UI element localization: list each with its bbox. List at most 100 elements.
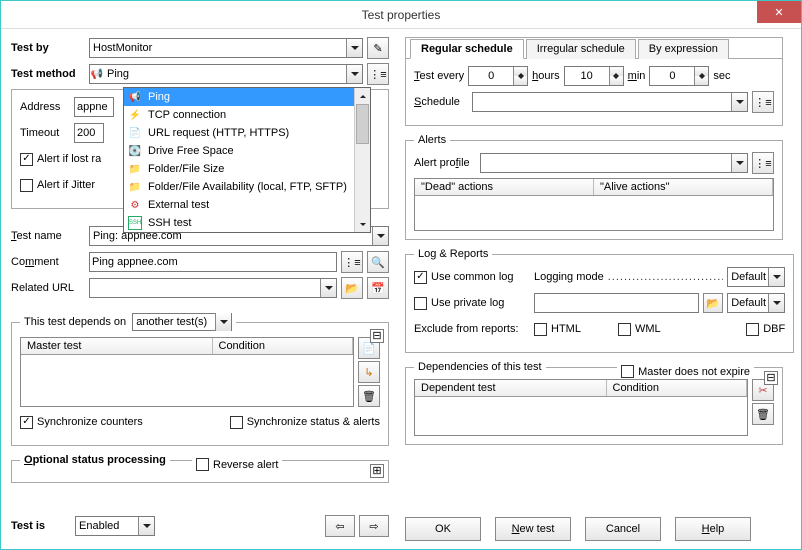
- close-icon: ✕: [774, 6, 783, 19]
- dropdown-item-foldersize[interactable]: 📁Folder/File Size: [124, 160, 370, 178]
- tab-expression[interactable]: By expression: [638, 39, 729, 59]
- relatedurl-combo[interactable]: [89, 278, 337, 298]
- close-button[interactable]: ✕: [757, 1, 801, 23]
- dropdown-item-ssh[interactable]: SSHSSH test: [124, 214, 370, 232]
- tab-irregular[interactable]: Irregular schedule: [526, 39, 636, 59]
- alerts-grid: "Dead" actions "Alive actions": [414, 178, 774, 231]
- zoom-button[interactable]: 🔍: [367, 251, 389, 273]
- edit-row-button[interactable]: ↳: [358, 361, 380, 383]
- expand-button[interactable]: ⊞: [370, 464, 384, 478]
- new-test-button[interactable]: New test: [495, 517, 571, 541]
- tab-regular[interactable]: Regular schedule: [410, 39, 524, 59]
- ssh-icon: SSH: [128, 216, 142, 230]
- collapse-button[interactable]: ⊟: [764, 371, 778, 385]
- timeout-input[interactable]: [74, 123, 104, 143]
- dbf-check[interactable]: DBF: [746, 323, 785, 336]
- testmethod-combo[interactable]: 📢 Ping: [89, 64, 363, 84]
- magnifier-icon: 🔍: [371, 256, 385, 269]
- reverse-alert-check[interactable]: Reverse alert: [192, 458, 282, 471]
- dropdown-item-external[interactable]: ⚙External test: [124, 196, 370, 214]
- checkbox-icon: ✓: [414, 271, 427, 284]
- alertprofile-config-button[interactable]: ⋮≡: [752, 152, 774, 174]
- use-common-check[interactable]: ✓ Use common log: [414, 271, 530, 284]
- testname-label: Test name: [11, 230, 85, 242]
- alertprofile-label: Alert profile: [414, 157, 476, 169]
- dropdown-item-drive[interactable]: 💽Drive Free Space: [124, 142, 370, 160]
- html-check[interactable]: HTML: [534, 323, 614, 336]
- break-icon: ✂: [758, 384, 767, 397]
- dropdown-item-url[interactable]: 📄URL request (HTTP, HTTPS): [124, 124, 370, 142]
- help-button[interactable]: Help: [675, 517, 751, 541]
- sync-status-check[interactable]: Synchronize status & alerts: [230, 416, 380, 429]
- master-no-expire-check[interactable]: Master does not expire: [617, 365, 754, 378]
- scroll-up-icon[interactable]: [355, 88, 370, 104]
- arrow-left-icon: ⇦: [335, 520, 344, 533]
- sync-counters-check[interactable]: ✓ Synchronize counters: [20, 416, 143, 429]
- hours-label: hours: [532, 70, 560, 82]
- collapse-button[interactable]: ⊟: [370, 329, 384, 343]
- tcp-icon: ⚡: [128, 108, 142, 122]
- prev-button[interactable]: ⇦: [325, 515, 355, 537]
- comment-list-button[interactable]: ⋮≡: [341, 251, 363, 273]
- logging-mode-combo[interactable]: Default: [727, 267, 785, 287]
- scroll-thumb[interactable]: [356, 104, 369, 144]
- calendar-button[interactable]: 📅: [367, 277, 389, 299]
- comment-input[interactable]: [89, 252, 337, 272]
- col-dead: "Dead" actions: [415, 179, 594, 195]
- delete-button[interactable]: 🗑: [358, 385, 380, 407]
- checkbox-icon: [621, 365, 634, 378]
- folder-button[interactable]: 📂: [341, 277, 363, 299]
- url-icon: 📄: [128, 126, 142, 140]
- schedule-config-button[interactable]: ⋮≡: [752, 91, 774, 113]
- sec-spin[interactable]: 0: [649, 66, 709, 86]
- calendar-icon: 📅: [371, 282, 385, 295]
- window-title: Test properties: [362, 8, 441, 22]
- exclude-label: Exclude from reports:: [414, 323, 530, 335]
- chevron-down-icon: [768, 294, 784, 312]
- method-config-button[interactable]: ⋮≡: [367, 63, 389, 85]
- min-spin[interactable]: 10: [564, 66, 624, 86]
- private-mode-combo[interactable]: Default: [727, 293, 785, 313]
- next-button[interactable]: ⇨: [359, 515, 389, 537]
- testis-combo[interactable]: Enabled: [75, 516, 155, 536]
- eraser-button[interactable]: ✎: [367, 37, 389, 59]
- comment-label: Comment: [11, 256, 85, 268]
- dropdown-scrollbar[interactable]: [354, 88, 370, 232]
- min-label: min: [628, 70, 646, 82]
- col-condition: Condition: [213, 338, 354, 354]
- testis-label: Test is: [11, 520, 71, 532]
- alert-lost-label: Alert if lost ra: [37, 153, 101, 165]
- dropdown-item-folderavail[interactable]: 📁Folder/File Availability (local, FTP, S…: [124, 178, 370, 196]
- alert-jitter-label: Alert if Jitter: [37, 179, 95, 191]
- folder-icon: 📁: [128, 162, 142, 176]
- chevron-down-icon: [215, 313, 231, 331]
- depof-legend: Dependencies of this test: [414, 361, 546, 373]
- folder-icon: 📂: [345, 282, 359, 295]
- use-private-check[interactable]: Use private log: [414, 297, 530, 310]
- schedule-label: Schedule: [414, 96, 468, 108]
- depof-grid[interactable]: Dependent test Condition: [414, 379, 748, 436]
- cancel-button[interactable]: Cancel: [585, 517, 661, 541]
- testby-combo[interactable]: HostMonitor: [89, 38, 363, 58]
- wml-check[interactable]: WML: [618, 323, 698, 336]
- browse-button[interactable]: 📂: [703, 293, 723, 313]
- alertprofile-combo[interactable]: [480, 153, 748, 173]
- dropdown-item-ping[interactable]: 📢Ping: [124, 88, 370, 106]
- scroll-down-icon[interactable]: [355, 216, 370, 232]
- address-label: Address: [20, 101, 70, 113]
- checkbox-icon: ✓: [20, 416, 33, 429]
- testmethod-dropdown[interactable]: 📢Ping ⚡TCP connection 📄URL request (HTTP…: [123, 87, 371, 233]
- private-log-input[interactable]: [534, 293, 699, 313]
- checkbox-icon: [230, 416, 243, 429]
- delete-button[interactable]: 🗑: [752, 403, 774, 425]
- hours-spin[interactable]: 0: [468, 66, 528, 86]
- ok-button[interactable]: OK: [405, 517, 481, 541]
- depends-grid[interactable]: Master test Condition: [20, 337, 354, 407]
- dropdown-item-tcp[interactable]: ⚡TCP connection: [124, 106, 370, 124]
- chevron-down-icon: [320, 279, 336, 297]
- new-icon: 📄: [362, 342, 376, 355]
- schedule-combo[interactable]: [472, 92, 748, 112]
- sec-label: sec: [713, 70, 730, 82]
- depends-combo[interactable]: another test(s): [132, 313, 232, 331]
- address-input[interactable]: [74, 97, 114, 117]
